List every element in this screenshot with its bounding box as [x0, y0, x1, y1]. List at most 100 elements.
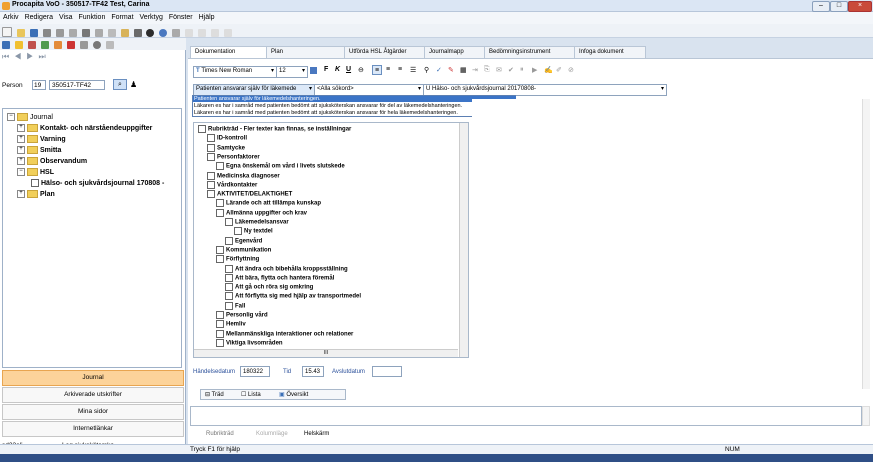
- font-size-select[interactable]: 12 ▾: [276, 66, 308, 78]
- paste-icon[interactable]: [120, 29, 129, 37]
- record-navigation[interactable]: ⏮◀▶⏭: [2, 52, 102, 62]
- preview-icon[interactable]: [68, 29, 77, 37]
- tab-trad[interactable]: ⊟ Träd: [205, 391, 224, 398]
- keyword-tree-item[interactable]: Förflyttning: [216, 255, 259, 264]
- menu-funktion[interactable]: Funktion: [75, 12, 108, 21]
- keyword-tree-item[interactable]: Lärande och att tillämpa kunskap: [216, 199, 321, 208]
- approve-icon[interactable]: ✔: [508, 66, 514, 74]
- journal-button[interactable]: Journal: [2, 370, 184, 386]
- person-id-field[interactable]: 350517-TF42: [49, 80, 105, 90]
- dropdown-option[interactable]: Patienten ansvarar själv för läkemedelsh…: [193, 96, 516, 102]
- add-icon[interactable]: [40, 41, 49, 49]
- refresh-icon[interactable]: [27, 41, 36, 49]
- pin-icon[interactable]: ✐: [556, 66, 562, 74]
- tree-item-kontakt[interactable]: + Kontakt- och närståendeuppgifter: [17, 124, 152, 132]
- menu-arkiv[interactable]: Arkiv: [0, 12, 22, 21]
- keyword-tree-item[interactable]: Att gå och röra sig omkring: [225, 283, 313, 292]
- link-icon[interactable]: [172, 29, 181, 37]
- tab-kolumnlage[interactable]: Kolumnläge: [256, 431, 288, 437]
- delete-icon[interactable]: [42, 29, 51, 37]
- keyword-tree-item[interactable]: Egenvård: [225, 236, 262, 245]
- pen-icon[interactable]: ✍: [544, 66, 553, 74]
- keyword-tree-item[interactable]: ID-kontroll: [207, 134, 247, 143]
- person-search-button[interactable]: ⌕: [113, 79, 127, 90]
- binoculars-icon[interactable]: ⚲: [424, 66, 429, 74]
- tree-item-halso[interactable]: Hälso- och sjukvårdsjournal 170808 -: [31, 179, 164, 187]
- tab-oversikt[interactable]: ▣ Översikt: [279, 391, 308, 398]
- menu-fonster[interactable]: Fönster: [166, 12, 196, 21]
- strikethrough-icon[interactable]: ⊖: [358, 66, 364, 74]
- print-icon[interactable]: [55, 29, 64, 37]
- menu-verktyg[interactable]: Verktyg: [137, 12, 166, 21]
- sign-doc-icon[interactable]: ✉: [496, 66, 502, 74]
- keyword-tree-item[interactable]: Läkemedelsansvar: [225, 218, 289, 226]
- time-field[interactable]: 15.43: [302, 366, 324, 377]
- keyword-tree-item[interactable]: Samtycke: [207, 143, 245, 152]
- bold-button[interactable]: F: [324, 66, 328, 73]
- archived-prints-button[interactable]: Arkiverade utskrifter: [2, 387, 184, 403]
- keyword-tree-item[interactable]: Medicinska diagnoser: [207, 171, 280, 180]
- keyword-tree-item[interactable]: Rubrikträd - Fler texter kan finnas, se …: [198, 125, 351, 133]
- undo-icon[interactable]: [133, 29, 142, 37]
- tree-item-smitta[interactable]: + Smitta: [17, 146, 61, 154]
- web-icon[interactable]: [159, 29, 168, 37]
- font-name-select[interactable]: T Times New Roman ▾: [193, 66, 277, 78]
- settings-icon[interactable]: [105, 41, 114, 49]
- menu-format[interactable]: Format: [108, 12, 136, 21]
- maximize-button[interactable]: □: [830, 1, 848, 12]
- bullets-icon[interactable]: ☰: [410, 66, 416, 74]
- tree-vertical-scrollbar[interactable]: [459, 123, 468, 357]
- copy-icon[interactable]: [107, 29, 116, 37]
- keyword-tree-item[interactable]: Egna önskemål om vård i livets slutskede: [216, 162, 345, 171]
- play-icon[interactable]: ▶: [532, 66, 537, 74]
- event-date-field[interactable]: 180322: [240, 366, 270, 377]
- keyword-tree-item[interactable]: Personlig vård: [216, 311, 268, 319]
- keyword-tree-item[interactable]: Vårdkontakter: [207, 180, 257, 189]
- keyword-tree-item[interactable]: Viktiga livsområden: [216, 338, 283, 347]
- tab-helskarm[interactable]: Helskärm: [304, 431, 329, 437]
- table-icon[interactable]: ▦: [460, 66, 467, 74]
- tree-item-plan[interactable]: + Plan: [17, 190, 55, 198]
- person-number-field[interactable]: 19: [32, 80, 46, 90]
- tree-item-hsl[interactable]: − HSL: [17, 168, 54, 176]
- document-editor[interactable]: [472, 99, 862, 389]
- menu-hjalp[interactable]: Hjälp: [196, 12, 218, 21]
- template-icon[interactable]: ⎘: [484, 66, 490, 74]
- help-icon[interactable]: [92, 41, 101, 49]
- editor-scrollbar[interactable]: [862, 99, 870, 389]
- italic-button[interactable]: K: [335, 66, 340, 73]
- keyword-tree-item[interactable]: Allmänna uppgifter och krav: [216, 208, 307, 217]
- keyword-tree-item[interactable]: Att bära, flytta och hantera föremål: [225, 273, 334, 282]
- new-icon[interactable]: [2, 27, 12, 37]
- pause-icon[interactable]: ⏸: [520, 66, 524, 74]
- keyword-tree-item[interactable]: AKTIVITET/DELAKTIGHET: [207, 190, 292, 199]
- tree-icon[interactable]: [2, 41, 10, 49]
- favorite-icon[interactable]: [14, 41, 23, 49]
- tree-item-journal[interactable]: − Journal: [7, 113, 53, 121]
- keyword-tree-item[interactable]: Fall: [225, 301, 245, 310]
- align-right-icon[interactable]: ≡: [398, 66, 402, 73]
- spellcheck-icon[interactable]: ✓: [436, 66, 442, 74]
- dropdown-option[interactable]: Läkaren es har i samråd med patienten be…: [193, 110, 516, 116]
- minimize-button[interactable]: –: [812, 1, 830, 12]
- close-button[interactable]: ×: [848, 1, 872, 12]
- align-left-icon[interactable]: ≡: [372, 65, 382, 75]
- open-icon[interactable]: [16, 29, 25, 37]
- tab-lista[interactable]: ☐ Lista: [241, 391, 261, 398]
- menu-redigera[interactable]: Redigera: [22, 12, 56, 21]
- internet-links-button[interactable]: Internetlänkar: [2, 421, 184, 437]
- keyword-tree-item[interactable]: Hemliv: [216, 320, 246, 329]
- color-icon[interactable]: [310, 67, 317, 74]
- note-text-area[interactable]: [190, 406, 862, 426]
- last-icon[interactable]: [224, 29, 233, 37]
- underline-button[interactable]: U: [346, 66, 351, 73]
- align-center-icon[interactable]: ≡: [386, 66, 390, 73]
- remove-icon[interactable]: [66, 41, 75, 49]
- cut-icon[interactable]: [94, 29, 103, 37]
- my-pages-button[interactable]: Mina sidor: [2, 404, 184, 420]
- end-date-field[interactable]: [372, 366, 402, 377]
- keyword-tree-item[interactable]: Att förflytta sig med hjälp av transport…: [225, 292, 361, 301]
- note-scrollbar[interactable]: [862, 406, 870, 426]
- first-icon[interactable]: [185, 29, 194, 37]
- tab-rubriktrad[interactable]: Rubrikträd: [206, 431, 234, 437]
